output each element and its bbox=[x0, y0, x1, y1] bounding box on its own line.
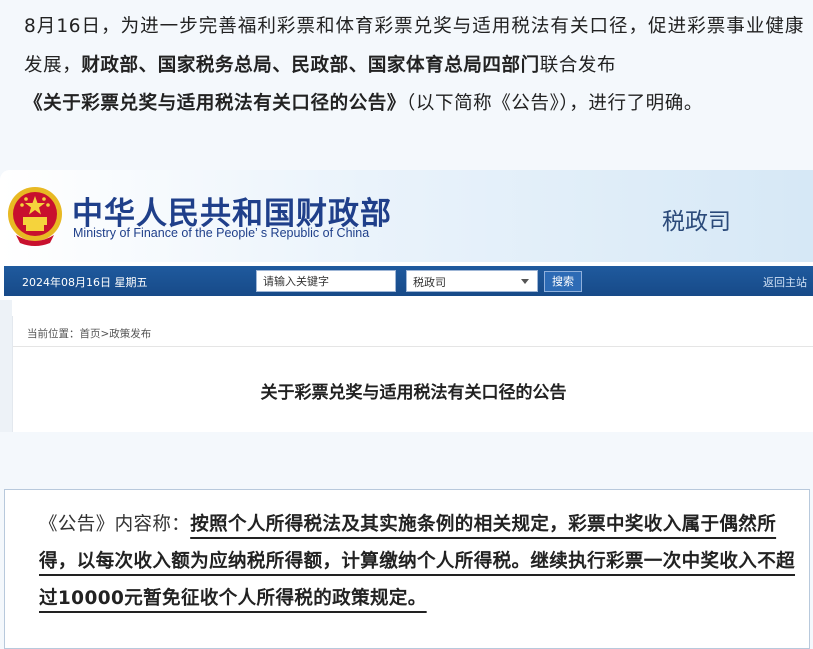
left-margin bbox=[0, 300, 12, 432]
top-navbar: 2024年08月16日 星期五 税政司 搜索 返回主站 bbox=[4, 266, 813, 296]
intro-text-3: （以下简称《公告》），进行了明确。 bbox=[406, 93, 703, 114]
divider bbox=[13, 346, 813, 347]
embedded-screenshot: 中华人民共和国财政部 Ministry of Finance of the Pe… bbox=[0, 170, 813, 432]
department-select-value: 税政司 bbox=[413, 276, 446, 289]
department-select[interactable]: 税政司 bbox=[406, 270, 538, 292]
national-emblem-icon bbox=[8, 187, 62, 246]
breadcrumb: 当前位置：首页>政策发布 bbox=[27, 328, 152, 340]
site-banner: 中华人民共和国财政部 Ministry of Finance of the Pe… bbox=[0, 170, 813, 262]
article-intro: 8月16日，为进一步完善福利彩票和体育彩票兑奖与适用税法有关口径，促进彩票事业健… bbox=[0, 0, 813, 170]
department-name: 税政司 bbox=[662, 209, 731, 235]
search-button[interactable]: 搜索 bbox=[544, 271, 582, 292]
current-date: 2024年08月16日 星期五 bbox=[22, 276, 148, 289]
intro-departments: 财政部、国家税务总局、民政部、国家体育总局四部门 bbox=[81, 54, 540, 76]
ministry-name-en: Ministry of Finance of the People’ s Rep… bbox=[73, 226, 370, 240]
document-title: 关于彩票兑奖与适用税法有关口径的公告 bbox=[260, 383, 567, 403]
quote-lead: 《公告》内容称： bbox=[39, 514, 191, 535]
intro-paragraph: 8月16日，为进一步完善福利彩票和体育彩票兑奖与适用税法有关口径，促进彩票事业健… bbox=[24, 8, 804, 124]
content-area: 当前位置：首页>政策发布 关于彩票兑奖与适用税法有关口径的公告 bbox=[12, 316, 813, 432]
chevron-down-icon bbox=[521, 279, 529, 284]
intro-announcement-title: 《关于彩票兑奖与适用税法有关口径的公告》 bbox=[24, 93, 407, 114]
back-to-main-link[interactable]: 返回主站 bbox=[763, 274, 807, 290]
quote-box: 《公告》内容称：按照个人所得税法及其实施条例的相关规定，彩票中奖收入属于偶然所得… bbox=[4, 489, 810, 649]
search-input[interactable] bbox=[256, 270, 396, 292]
quote-paragraph: 《公告》内容称：按照个人所得税法及其实施条例的相关规定，彩票中奖收入属于偶然所得… bbox=[39, 506, 799, 617]
intro-text-2: 联合发布 bbox=[539, 54, 617, 76]
